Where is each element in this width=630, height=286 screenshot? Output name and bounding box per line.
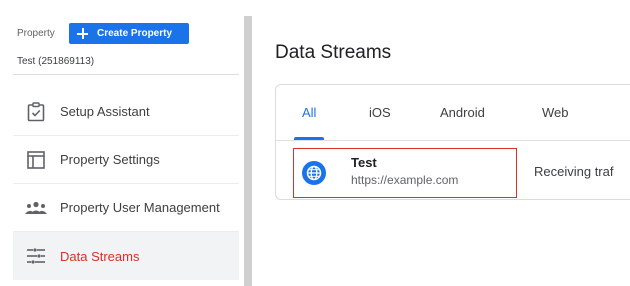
sidebar-item-label: Data Streams (60, 248, 140, 264)
admin-sidebar: Property Create Property Test (251869113… (0, 0, 244, 286)
tab-android[interactable]: Android (440, 105, 485, 120)
clipboard-check-icon (25, 101, 47, 123)
stream-url: https://example.com (351, 173, 459, 187)
sidebar-item-data-streams[interactable]: Data Streams (13, 232, 239, 280)
tab-web[interactable]: Web (542, 105, 569, 120)
property-header: Property Create Property Test (251869113… (0, 0, 244, 75)
divider (13, 74, 239, 75)
globe-icon (302, 161, 326, 185)
tab-all[interactable]: All (302, 105, 316, 120)
create-property-label: Create Property (97, 28, 173, 39)
property-label: Property (17, 28, 55, 39)
layout-icon (25, 149, 47, 171)
page-title: Data Streams (275, 42, 392, 63)
data-streams-icon (25, 245, 47, 267)
property-name[interactable]: Test (251869113) (17, 56, 94, 67)
stream-name: Test (351, 155, 377, 170)
create-property-button[interactable]: Create Property (69, 23, 189, 44)
stream-status: Receiving traf (534, 164, 614, 179)
sidebar-item-property-settings[interactable]: Property Settings (13, 136, 239, 184)
data-streams-card: All iOS Android Web Test https://example… (275, 84, 630, 200)
sidebar-item-property-user-management[interactable]: Property User Management (13, 184, 239, 232)
sidebar-item-label: Property User Management (60, 200, 220, 215)
divider (276, 140, 630, 141)
sidebar-scrollbar[interactable] (244, 16, 252, 286)
sidebar-item-setup-assistant[interactable]: Setup Assistant (13, 88, 239, 136)
tab-ios[interactable]: iOS (369, 105, 391, 120)
sidebar-item-label: Setup Assistant (60, 104, 150, 119)
stream-row-highlighted[interactable]: Test https://example.com (293, 148, 517, 198)
people-icon (25, 197, 47, 219)
stream-tabs: All iOS Android Web (276, 85, 630, 141)
plus-icon (77, 28, 88, 39)
sidebar-item-label: Property Settings (60, 152, 160, 167)
analytics-admin-screen: Property Create Property Test (251869113… (0, 0, 630, 286)
sidebar-nav: Setup Assistant Property Settings Proper… (13, 88, 239, 280)
